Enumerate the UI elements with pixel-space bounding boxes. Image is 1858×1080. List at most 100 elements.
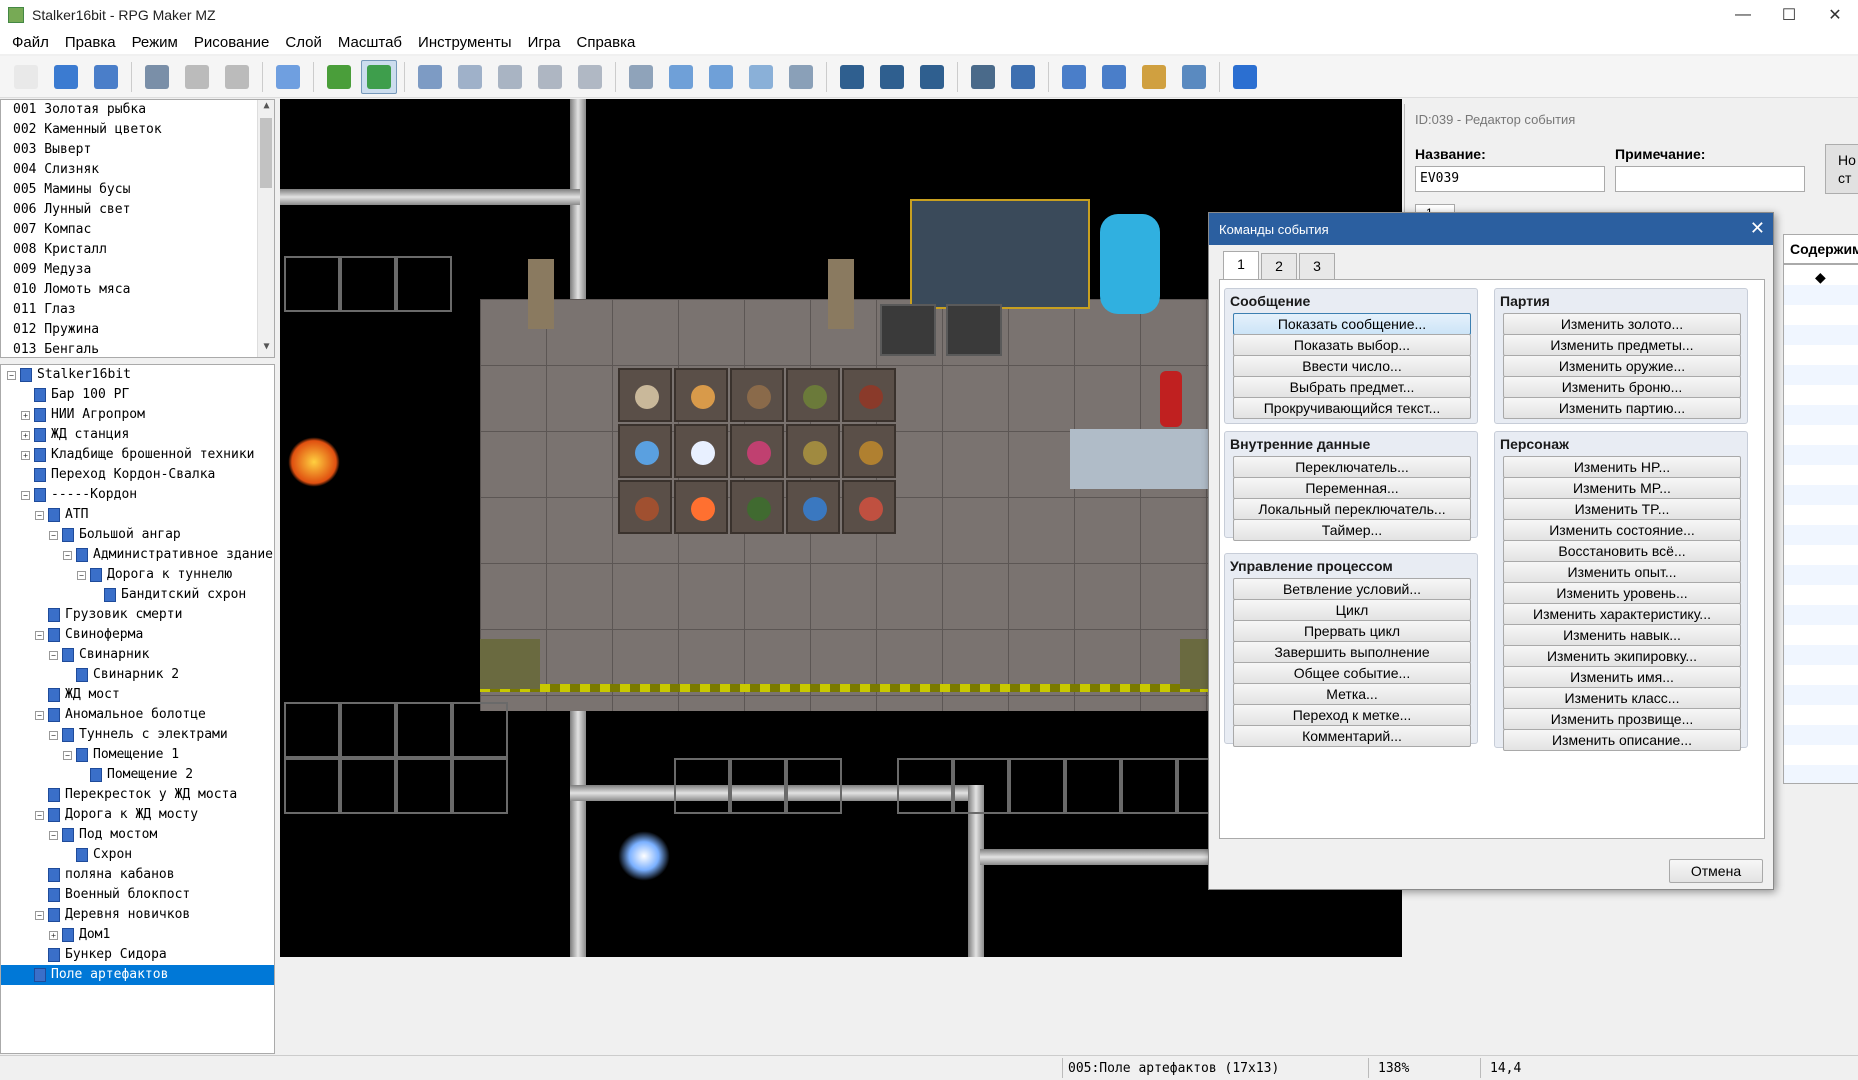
tile-list-item[interactable]: 008 Кристалл <box>1 240 274 260</box>
paste-button[interactable] <box>219 60 255 94</box>
command-button[interactable]: Общее событие... <box>1233 662 1471 684</box>
map-tree-node[interactable]: Бандитский схрон <box>1 585 274 605</box>
map-tree-node[interactable]: − Stalker16bit <box>1 365 274 385</box>
command-button[interactable]: Изменить опыт... <box>1503 561 1741 583</box>
scroll-up-icon[interactable]: ▲ <box>258 100 274 116</box>
tile-list-item[interactable]: 006 Лунный свет <box>1 200 274 220</box>
minimize-button[interactable]: — <box>1720 0 1766 30</box>
shadow-pen-button[interactable] <box>783 60 819 94</box>
collapse-icon[interactable]: − <box>77 570 86 580</box>
command-button[interactable]: Изменить имя... <box>1503 666 1741 688</box>
command-button[interactable]: Локальный переключатель... <box>1233 498 1471 520</box>
command-button[interactable]: Изменить предметы... <box>1503 334 1741 356</box>
copy-button[interactable] <box>179 60 215 94</box>
command-button[interactable]: Изменить золото... <box>1503 313 1741 335</box>
collapse-icon[interactable]: − <box>49 830 58 840</box>
zoom-out-button[interactable] <box>874 60 910 94</box>
layer-auto-button[interactable] <box>572 60 608 94</box>
command-button[interactable]: Изменить броню... <box>1503 376 1741 398</box>
resource-manager-button[interactable] <box>1136 60 1172 94</box>
command-button[interactable]: Изменить оружие... <box>1503 355 1741 377</box>
command-button[interactable]: Цикл <box>1233 599 1471 621</box>
collapse-icon[interactable]: − <box>35 630 44 640</box>
map-tree-node[interactable]: − Помещение 1 <box>1 745 274 765</box>
tile-list-item[interactable]: 004 Слизняк <box>1 160 274 180</box>
map-tree[interactable]: − Stalker16bit Бар 100 РГ + НИИ Агропром + ЖД … <box>0 364 275 1054</box>
map-tree-node[interactable]: Бар 100 РГ <box>1 385 274 405</box>
collapse-icon[interactable]: − <box>63 750 72 760</box>
expand-icon[interactable]: + <box>21 410 30 420</box>
collapse-icon[interactable]: − <box>35 810 44 820</box>
map-tree-node[interactable]: − Туннель с электрами <box>1 725 274 745</box>
map-tree-node[interactable]: − Под мостом <box>1 825 274 845</box>
command-button[interactable]: Ветвление условий... <box>1233 578 1471 600</box>
map-tree-node[interactable]: Грузовик смерти <box>1 605 274 625</box>
collapse-icon[interactable]: − <box>7 370 16 380</box>
close-window-button[interactable]: ✕ <box>1812 0 1858 30</box>
map-tree-node[interactable]: − Административное здание <box>1 545 274 565</box>
contents-list[interactable] <box>1783 264 1858 784</box>
command-tab-3[interactable]: 3 <box>1299 253 1335 279</box>
ellipse-button[interactable] <box>703 60 739 94</box>
command-button[interactable]: Выбрать предмет... <box>1233 376 1471 398</box>
artifact-event[interactable] <box>618 368 672 422</box>
command-button[interactable]: Прокручивающийся текст... <box>1233 397 1471 419</box>
artifact-event[interactable] <box>674 480 728 534</box>
command-button[interactable]: Изменить характеристику... <box>1503 603 1741 625</box>
scroll-down-icon[interactable]: ▼ <box>258 341 274 357</box>
cancel-button[interactable]: Отмена <box>1669 859 1763 883</box>
command-button[interactable]: Показать сообщение... <box>1233 313 1471 335</box>
event-searcher-button[interactable] <box>1096 60 1132 94</box>
map-tree-node[interactable]: + ЖД станция <box>1 425 274 445</box>
map-tree-node[interactable]: − Свинарник <box>1 645 274 665</box>
artifact-event[interactable] <box>618 480 672 534</box>
menu-item-5[interactable]: Масштаб <box>330 34 410 51</box>
layer-2-button[interactable] <box>452 60 488 94</box>
map-tree-node[interactable]: Свинарник 2 <box>1 665 274 685</box>
save-project-button[interactable] <box>88 60 124 94</box>
command-button[interactable]: Переключатель... <box>1233 456 1471 478</box>
tile-list-item[interactable]: 009 Медуза <box>1 260 274 280</box>
sound-test-button[interactable] <box>1056 60 1092 94</box>
plugin-manager-button[interactable] <box>1005 60 1041 94</box>
artifact-event[interactable] <box>674 424 728 478</box>
command-button[interactable]: Изменить описание... <box>1503 729 1741 751</box>
map-tree-node[interactable]: Поле артефактов <box>1 965 274 985</box>
event-name-field[interactable]: EV039 <box>1415 166 1605 192</box>
artifact-event[interactable] <box>842 424 896 478</box>
open-project-button[interactable] <box>48 60 84 94</box>
tile-list-item[interactable]: 002 Каменный цветок <box>1 120 274 140</box>
layer-1-button[interactable] <box>412 60 448 94</box>
command-button[interactable]: Таймер... <box>1233 519 1471 541</box>
expand-icon[interactable]: + <box>21 450 30 460</box>
map-tree-node[interactable]: Переход Кордон-Свалка <box>1 465 274 485</box>
artifact-event[interactable] <box>730 368 784 422</box>
expand-icon[interactable]: + <box>21 430 30 440</box>
artifact-event[interactable] <box>786 368 840 422</box>
collapse-icon[interactable]: − <box>49 730 58 740</box>
undo-button[interactable] <box>270 60 306 94</box>
tile-list-item[interactable]: 007 Компас <box>1 220 274 240</box>
collapse-icon[interactable]: − <box>49 530 58 540</box>
character-generator-button[interactable] <box>1176 60 1212 94</box>
command-button[interactable]: Изменить уровень... <box>1503 582 1741 604</box>
tile-list-scrollbar[interactable]: ▲ ▼ <box>257 100 274 357</box>
menu-item-2[interactable]: Режим <box>124 34 186 51</box>
map-tree-node[interactable]: − Большой ангар <box>1 525 274 545</box>
command-button[interactable]: Переход к метке... <box>1233 704 1471 726</box>
command-button[interactable]: Показать выбор... <box>1233 334 1471 356</box>
map-tree-node[interactable]: поляна кабанов <box>1 865 274 885</box>
contents-bullet[interactable]: ◆ <box>1815 269 1826 286</box>
artifact-event[interactable] <box>786 424 840 478</box>
artifact-event[interactable] <box>842 480 896 534</box>
command-button[interactable]: Изменить партию... <box>1503 397 1741 419</box>
map-tree-node[interactable]: − Деревня новичков <box>1 905 274 925</box>
command-button[interactable]: Восстановить всё... <box>1503 540 1741 562</box>
event-note-field[interactable] <box>1615 166 1805 192</box>
rectangle-button[interactable] <box>663 60 699 94</box>
tile-list-item[interactable]: 003 Выверт <box>1 140 274 160</box>
map-tree-node[interactable]: Перекресток у ЖД моста <box>1 785 274 805</box>
command-button[interactable]: Изменить MP... <box>1503 477 1741 499</box>
zoom-in-button[interactable] <box>834 60 870 94</box>
menu-item-7[interactable]: Игра <box>520 34 569 51</box>
